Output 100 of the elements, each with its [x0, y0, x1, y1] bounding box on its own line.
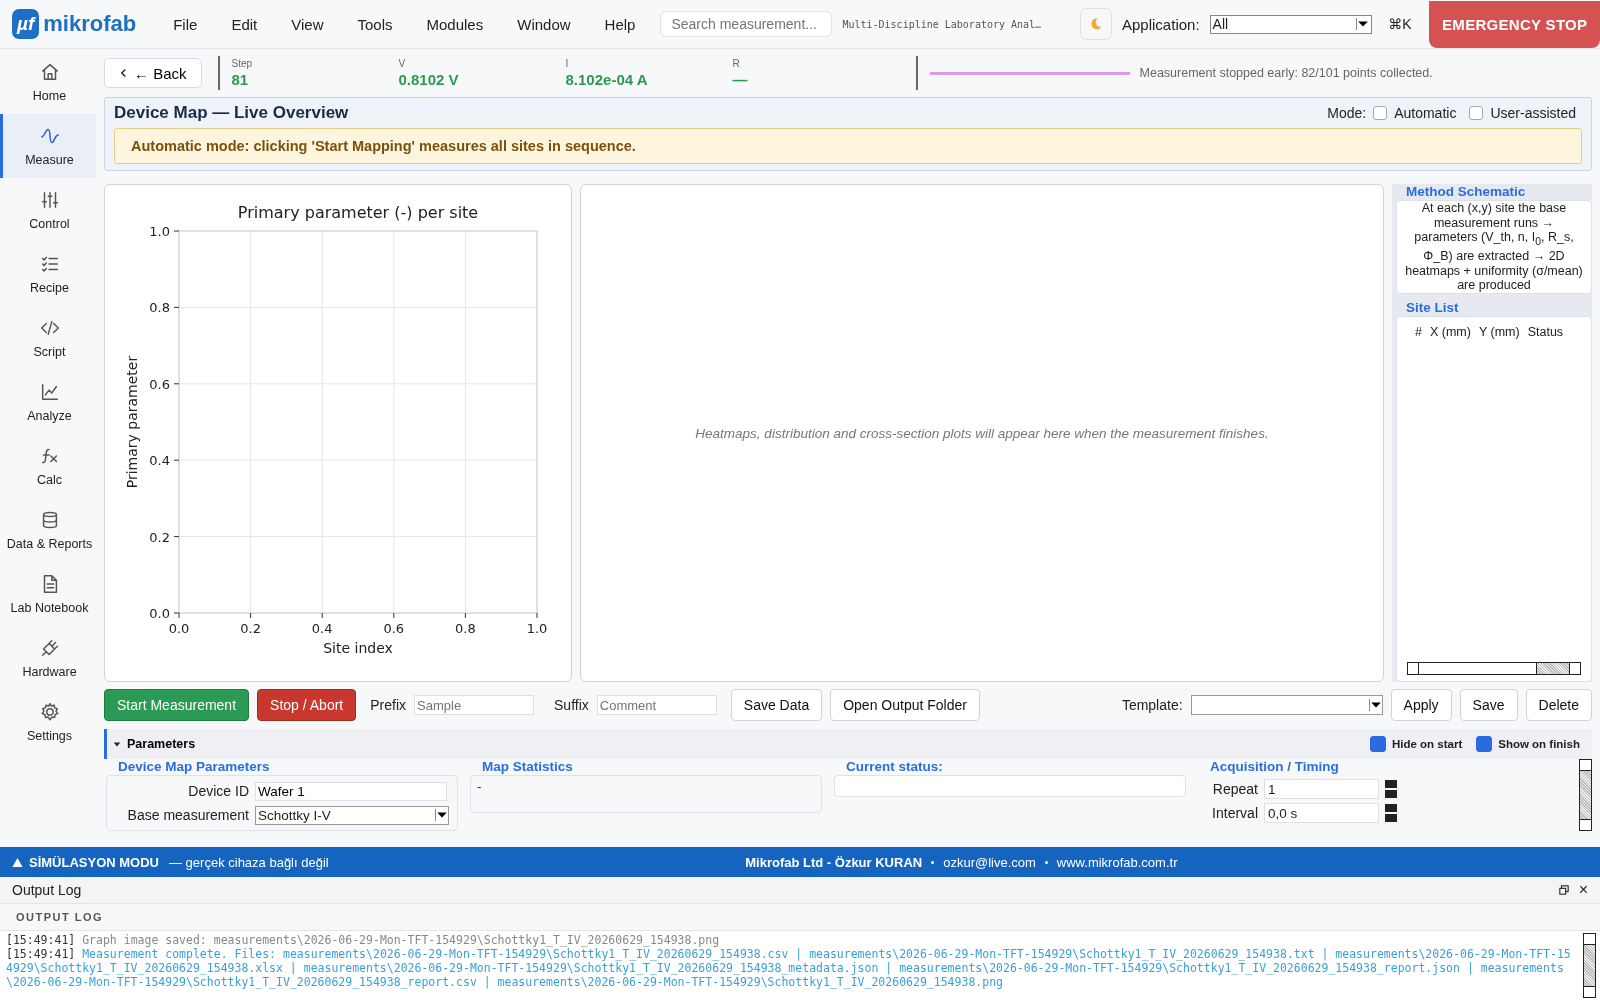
log-line: [15:49:41] Graph image saved: measurements\2026-06-29-Mon-TFT-154929\Schottky1_T_IV_20260629_154938.png: [6, 933, 721, 947]
menu-item[interactable]: Tools: [340, 15, 410, 33]
logo-mark: µf: [12, 9, 40, 39]
group-title: Site List: [1405, 300, 1460, 316]
checkbox[interactable]: [1373, 106, 1388, 120]
close-button[interactable]: ×: [1578, 881, 1588, 899]
emergency-stop-button[interactable]: EMERGENCY STOP: [1429, 0, 1600, 48]
y-tick-label: 0.4: [149, 453, 170, 469]
field-label: Device ID: [187, 783, 249, 799]
dropdown-arrow-icon: [1368, 699, 1382, 711]
panel-title: Device Map — Live Overview: [114, 103, 349, 123]
sidebar-item[interactable]: Calc: [0, 434, 96, 498]
sidebar-item[interactable]: Hardware: [0, 626, 96, 690]
restore-icon[interactable]: [1558, 885, 1569, 895]
x-tick-label: 0.4: [311, 621, 333, 636]
chevron-left-icon: [119, 68, 128, 78]
stop-button[interactable]: Stop / Abort: [257, 689, 357, 721]
sidebar-item[interactable]: Script: [0, 306, 96, 370]
dropdown-arrow-icon: [435, 809, 448, 821]
menu-item[interactable]: Help: [587, 15, 653, 33]
sidebar-item[interactable]: Control: [0, 178, 96, 242]
sidebar-item[interactable]: Measure: [0, 114, 96, 178]
separator-dot-icon: [931, 860, 935, 864]
template-button[interactable]: Apply: [1390, 689, 1452, 721]
checkbox[interactable]: [1369, 736, 1386, 752]
x-tick-label: 1.0: [526, 621, 548, 636]
checkbox[interactable]: [1469, 106, 1484, 120]
action-button[interactable]: Open Output Folder: [830, 689, 980, 721]
mode-label: Mode:: [1327, 105, 1367, 121]
parameters-toggle[interactable]: Parameters: [107, 737, 202, 751]
text-field[interactable]: Wafer 1: [255, 781, 447, 801]
template-button[interactable]: Delete: [1525, 689, 1592, 721]
log-line: [15:49:41] Measurement complete. Files: measurements\2026-06-29-Mon-TFT-154929\Schottky1_T_IV_20260629_154938.csv | measurements\2026-06-29-Mon-TFT-154929\Schottky1_T_IV_20260629_154938.txt | measurements\2026-06-29-Mon-TFT-154929\Schottky1_T_IV_20260629_154938.xlsx | measurements\2026-06-29-Mon-TFT-154929\Schottky1_T_IV_20260629_154938_metadata.json | measurements\2026-06-29-Mon-TFT-154929\Schottky1_T_IV_20260629_154938_report.json | measurements\2026-06-29-Mon-TFT-154929\Schottky1_T_IV_20260629_154938_report.csv | measurements\2026-06-29-Mon-TFT-154929\Schottky1_T_IV_20260629_154938.png: [6, 947, 1572, 989]
horizontal-scrollbar[interactable]: [1407, 662, 1581, 675]
settings-icon: [38, 701, 61, 723]
application-label: Application:: [1122, 15, 1200, 33]
x-tick-label: 0.2: [240, 621, 261, 636]
chart-title: Primary parameter (-) per site: [237, 203, 479, 222]
column-header: X (mm): [1429, 325, 1471, 339]
prefix-label: Prefix: [370, 697, 407, 713]
email-link[interactable]: ozkur@live.com: [943, 854, 1036, 870]
vertical-scrollbar[interactable]: [1579, 759, 1592, 831]
separator-dot-icon: [1044, 860, 1048, 864]
checkbox-label: Automatic: [1394, 105, 1457, 121]
x-axis-label: Site index: [323, 640, 393, 656]
spin-field[interactable]: 0,0 s: [1264, 803, 1379, 823]
status-message: Measurement stopped early: 82/101 points collected.: [1139, 66, 1433, 80]
sidebar-item[interactable]: Lab Notebook: [0, 562, 96, 626]
readout-label: I: [565, 58, 570, 69]
y-tick-label: 0.8: [149, 300, 170, 316]
sidebar-item[interactable]: Analyze: [0, 370, 96, 434]
dropdown-arrow-icon: [1356, 18, 1370, 30]
start-measurement-button[interactable]: Start Measurement: [104, 689, 250, 721]
statistics-value: -: [477, 779, 482, 794]
x-tick-label: 0.6: [383, 621, 405, 636]
menu-item[interactable]: Modules: [409, 15, 501, 33]
logo-text: mikrofab: [43, 11, 137, 37]
application-select[interactable]: All: [1209, 14, 1373, 34]
y-tick-label: 0.6: [149, 376, 170, 392]
website-link[interactable]: www.mikrofab.com.tr: [1056, 854, 1178, 870]
prefix-field[interactable]: Sample: [414, 695, 535, 715]
template-label: Template:: [1121, 697, 1183, 713]
shortcut-hint: ⌘K: [1388, 16, 1412, 32]
sidebar-item[interactable]: Recipe: [0, 242, 96, 306]
template-button[interactable]: Save: [1459, 689, 1518, 721]
template-select[interactable]: [1190, 695, 1383, 715]
readout-label: V: [398, 58, 407, 69]
y-tick-label: 1.0: [149, 224, 170, 239]
menu-item[interactable]: Window: [500, 15, 588, 33]
suffix-label: Suffix: [554, 697, 589, 713]
spin-buttons-icon[interactable]: [1385, 779, 1397, 799]
menu-item[interactable]: File: [156, 15, 215, 33]
suffix-field[interactable]: Comment: [596, 695, 717, 715]
vertical-scrollbar[interactable]: [1583, 933, 1596, 998]
theme-toggle-button[interactable]: [1080, 8, 1112, 40]
checkbox[interactable]: [1476, 736, 1493, 752]
select-field[interactable]: Schottky I-V: [255, 805, 449, 825]
sidebar-item[interactable]: Home: [0, 50, 96, 114]
y-tick-label: 0.2: [149, 529, 170, 545]
back-button[interactable]: ← Back: [104, 58, 202, 88]
simulation-note: — gerçek cihaza bağlı değil: [169, 854, 329, 870]
spin-field[interactable]: 1: [1264, 779, 1379, 799]
sidebar-item[interactable]: Settings: [0, 690, 96, 754]
spin-buttons-icon[interactable]: [1385, 803, 1397, 823]
menu-item[interactable]: View: [274, 15, 341, 33]
log-header: OUTPUT LOG: [0, 904, 1600, 931]
column-header: Y (mm): [1478, 325, 1520, 339]
readout-label: Step: [231, 58, 254, 69]
menu-item[interactable]: Edit: [214, 15, 275, 33]
y-axis-label: Primary parameter: [124, 355, 140, 489]
group-title: Map Statistics: [481, 759, 574, 775]
readout-value: 81: [231, 71, 250, 88]
action-button[interactable]: Save Data: [730, 689, 823, 721]
schematic-text: At each (x,y) site the base measurement runs → parameters (V_th, n, I$_{0}$, R_s, Φ_B) are extracted → 2D heatmaps + uniformity (σ/mean) are produced: [1404, 201, 1584, 293]
group-title: Method Schematic: [1405, 184, 1527, 200]
search-field[interactable]: Search measurement...: [660, 11, 833, 37]
sidebar-item[interactable]: Data & Reports: [0, 498, 96, 562]
group-title: Current status:: [845, 759, 944, 775]
column-header: Status: [1527, 325, 1564, 339]
checkbox-label: Hide on start: [1391, 738, 1463, 750]
